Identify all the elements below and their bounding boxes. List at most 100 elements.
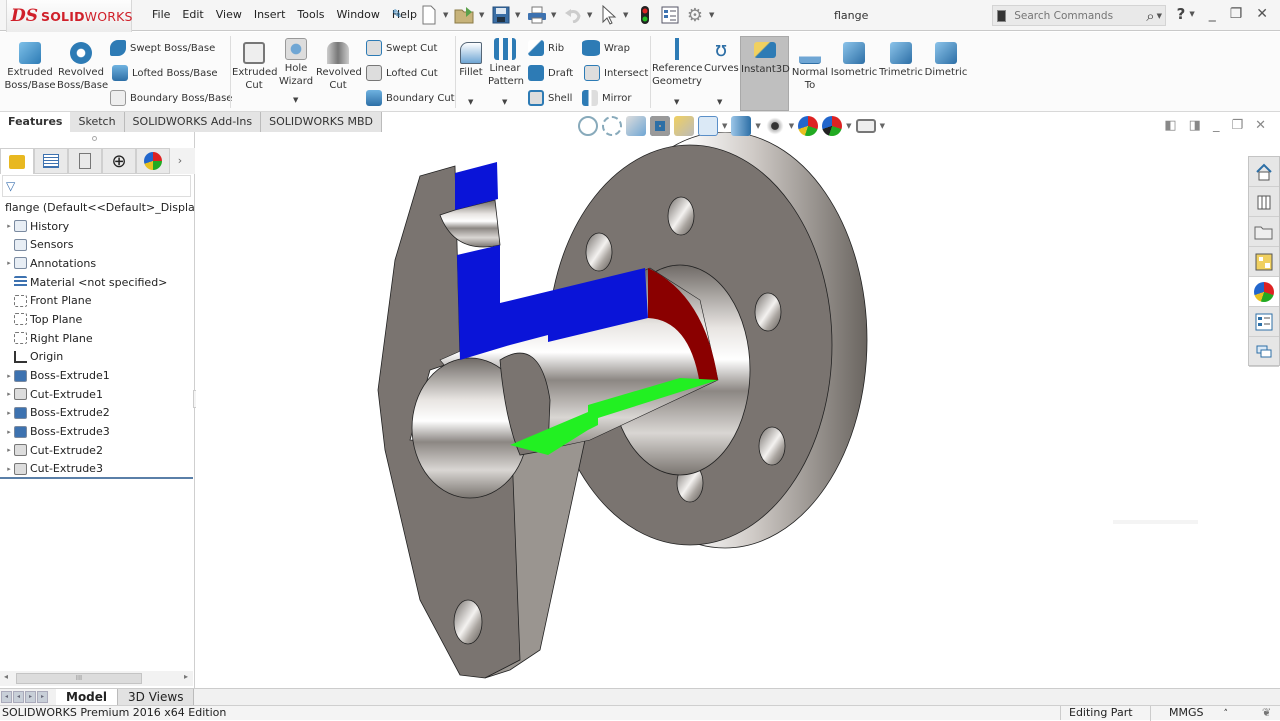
intersect-button[interactable]: Intersect (584, 65, 648, 81)
graphics-area[interactable] (196, 131, 1280, 688)
expand-arrow-icon[interactable]: ▸ (4, 259, 14, 267)
scroll-right-icon[interactable]: ▸ (184, 672, 188, 681)
tree-item[interactable]: ▸ Cut-Extrude3 (0, 460, 195, 479)
open-icon[interactable] (454, 4, 476, 26)
custom-properties-icon[interactable] (1249, 307, 1279, 337)
instant3d-button[interactable]: Instant3D (741, 42, 790, 76)
tree-item[interactable]: Sensors (0, 235, 195, 254)
appearances-scenes-icon[interactable] (1249, 277, 1279, 307)
tree-item[interactable]: Front Plane (0, 291, 195, 310)
help-dropdown-icon[interactable]: ▼ (1189, 10, 1194, 18)
dynamic-annotation-views-icon[interactable] (674, 116, 694, 136)
edit-appearance-icon[interactable] (798, 116, 819, 136)
previous-view-icon[interactable] (626, 116, 646, 136)
prev-tab-icon[interactable]: ◂ (13, 691, 24, 703)
section-view-icon[interactable] (650, 116, 670, 136)
apply-scene-icon[interactable] (822, 116, 843, 136)
tab-features[interactable]: Features (0, 112, 71, 132)
last-tab-icon[interactable]: ▸ (37, 691, 48, 703)
help-icon[interactable]: ? (1177, 5, 1186, 23)
expand-arrow-icon[interactable]: ▸ (4, 409, 14, 417)
minimize-icon[interactable]: _ (1209, 6, 1216, 22)
first-tab-icon[interactable]: ◂ (1, 691, 12, 703)
tab-sketch[interactable]: Sketch (70, 112, 125, 132)
file-properties-icon[interactable] (659, 4, 681, 26)
reference-geometry-button[interactable]: Reference Geometry (652, 38, 702, 88)
search-commands[interactable]: ⌕▼ (992, 5, 1166, 26)
swept-cut-button[interactable]: Swept Cut (366, 40, 437, 56)
rebuild-icon[interactable] (634, 4, 656, 26)
zoom-to-area-icon[interactable] (602, 116, 622, 136)
view-palette-icon[interactable] (1249, 247, 1279, 277)
dimxpert-manager-tab-icon[interactable]: ⊕ (102, 148, 136, 174)
hole-wizard-button[interactable]: Hole Wizard (276, 38, 316, 88)
mirror-button[interactable]: Mirror (582, 90, 631, 106)
quick-tips-icon[interactable]: ❦ (1262, 706, 1271, 720)
collapse-left-icon[interactable]: ◧ (1164, 118, 1176, 133)
normal-to-button[interactable]: Normal To (790, 42, 830, 92)
expand-arrow-icon[interactable]: ▸ (4, 446, 14, 454)
wrap-button[interactable]: Wrap (582, 40, 630, 56)
revolved-cut-button[interactable]: Revolved Cut (316, 42, 362, 92)
display-manager-tab-icon[interactable] (136, 148, 170, 174)
expand-arrow-icon[interactable]: ▸ (4, 222, 14, 230)
open-dropdown-icon[interactable]: ▼ (479, 11, 487, 19)
doc-minimize-icon[interactable]: _ (1213, 118, 1220, 133)
tree-item[interactable]: ▸ Annotations (0, 254, 195, 273)
isometric-button[interactable]: Isometric (830, 42, 878, 79)
hole-wizard-dropdown-icon[interactable]: ▼ (293, 96, 298, 104)
search-icon[interactable]: ⌕ (1146, 7, 1154, 25)
expand-arrow-icon[interactable]: ▸ (4, 372, 14, 380)
next-tab-icon[interactable]: ▸ (25, 691, 36, 703)
lofted-boss-base-button[interactable]: Lofted Boss/Base (112, 65, 218, 81)
tree-item[interactable]: Material <not specified> (0, 273, 195, 292)
rib-button[interactable]: Rib (528, 40, 564, 56)
tree-filter-input[interactable]: ▽ (2, 175, 191, 197)
extruded-cut-button[interactable]: Extruded Cut (232, 42, 277, 92)
tree-item[interactable]: ▸ Boss-Extrude3 (0, 422, 195, 441)
collapse-right-icon[interactable]: ◨ (1189, 118, 1201, 133)
doc-close-icon[interactable]: ✕ (1255, 118, 1266, 133)
expand-arrow-icon[interactable]: ▸ (4, 465, 14, 473)
search-input[interactable] (1014, 9, 1147, 22)
view-orientation-icon[interactable] (698, 116, 718, 136)
solidworks-forum-icon[interactable] (1249, 337, 1279, 367)
feature-manager-tab-icon[interactable] (0, 148, 34, 174)
fillet-dropdown-icon[interactable]: ▼ (468, 98, 473, 106)
swept-boss-base-button[interactable]: Swept Boss/Base (110, 40, 215, 56)
view-settings-icon[interactable] (855, 119, 876, 133)
select-icon[interactable] (598, 4, 620, 26)
more-tabs-chevron-icon[interactable]: › (170, 148, 190, 174)
panel-grip-icon[interactable] (92, 136, 97, 141)
shell-button[interactable]: Shell (528, 90, 572, 106)
save-icon[interactable] (490, 4, 512, 26)
tree-root-flange[interactable]: flange (Default<<Default>_Display State … (0, 198, 195, 217)
fillet-button[interactable]: Fillet (456, 42, 486, 79)
menu-insert[interactable]: Insert (248, 8, 292, 21)
tree-item[interactable]: ▸ History (0, 217, 195, 236)
search-dropdown-icon[interactable]: ▼ (1157, 12, 1162, 20)
print-icon[interactable] (526, 4, 548, 26)
tree-item[interactable]: Top Plane (0, 310, 195, 329)
tree-item[interactable]: ▸ Boss-Extrude1 (0, 366, 195, 385)
undo-icon[interactable] (562, 4, 584, 26)
design-library-icon[interactable] (1249, 187, 1279, 217)
reference-geometry-dropdown-icon[interactable]: ▼ (674, 98, 679, 106)
new-dropdown-icon[interactable]: ▼ (443, 11, 451, 19)
print-dropdown-icon[interactable]: ▼ (551, 11, 559, 19)
draft-button[interactable]: Draft (528, 65, 573, 81)
tree-item[interactable]: Origin (0, 348, 195, 367)
expand-arrow-icon[interactable]: ▸ (4, 428, 14, 436)
display-style-dropdown-icon[interactable]: ▼ (755, 122, 760, 130)
horizontal-scrollbar[interactable]: ◂ III ▸ (0, 671, 193, 686)
tab-solidworks-mbd[interactable]: SOLIDWORKS MBD (261, 112, 382, 132)
hide-show-dropdown-icon[interactable]: ▼ (789, 122, 794, 130)
tree-item[interactable]: ▸ Boss-Extrude2 (0, 404, 195, 423)
lofted-cut-button[interactable]: Lofted Cut (366, 65, 438, 81)
menu-file[interactable]: File (146, 8, 176, 21)
curves-dropdown-icon[interactable]: ▼ (717, 98, 722, 106)
save-dropdown-icon[interactable]: ▼ (515, 11, 523, 19)
curves-button[interactable]: ʊ Curves (704, 38, 739, 75)
tree-item[interactable]: Right Plane (0, 329, 195, 348)
tab-model[interactable]: Model (56, 688, 118, 706)
